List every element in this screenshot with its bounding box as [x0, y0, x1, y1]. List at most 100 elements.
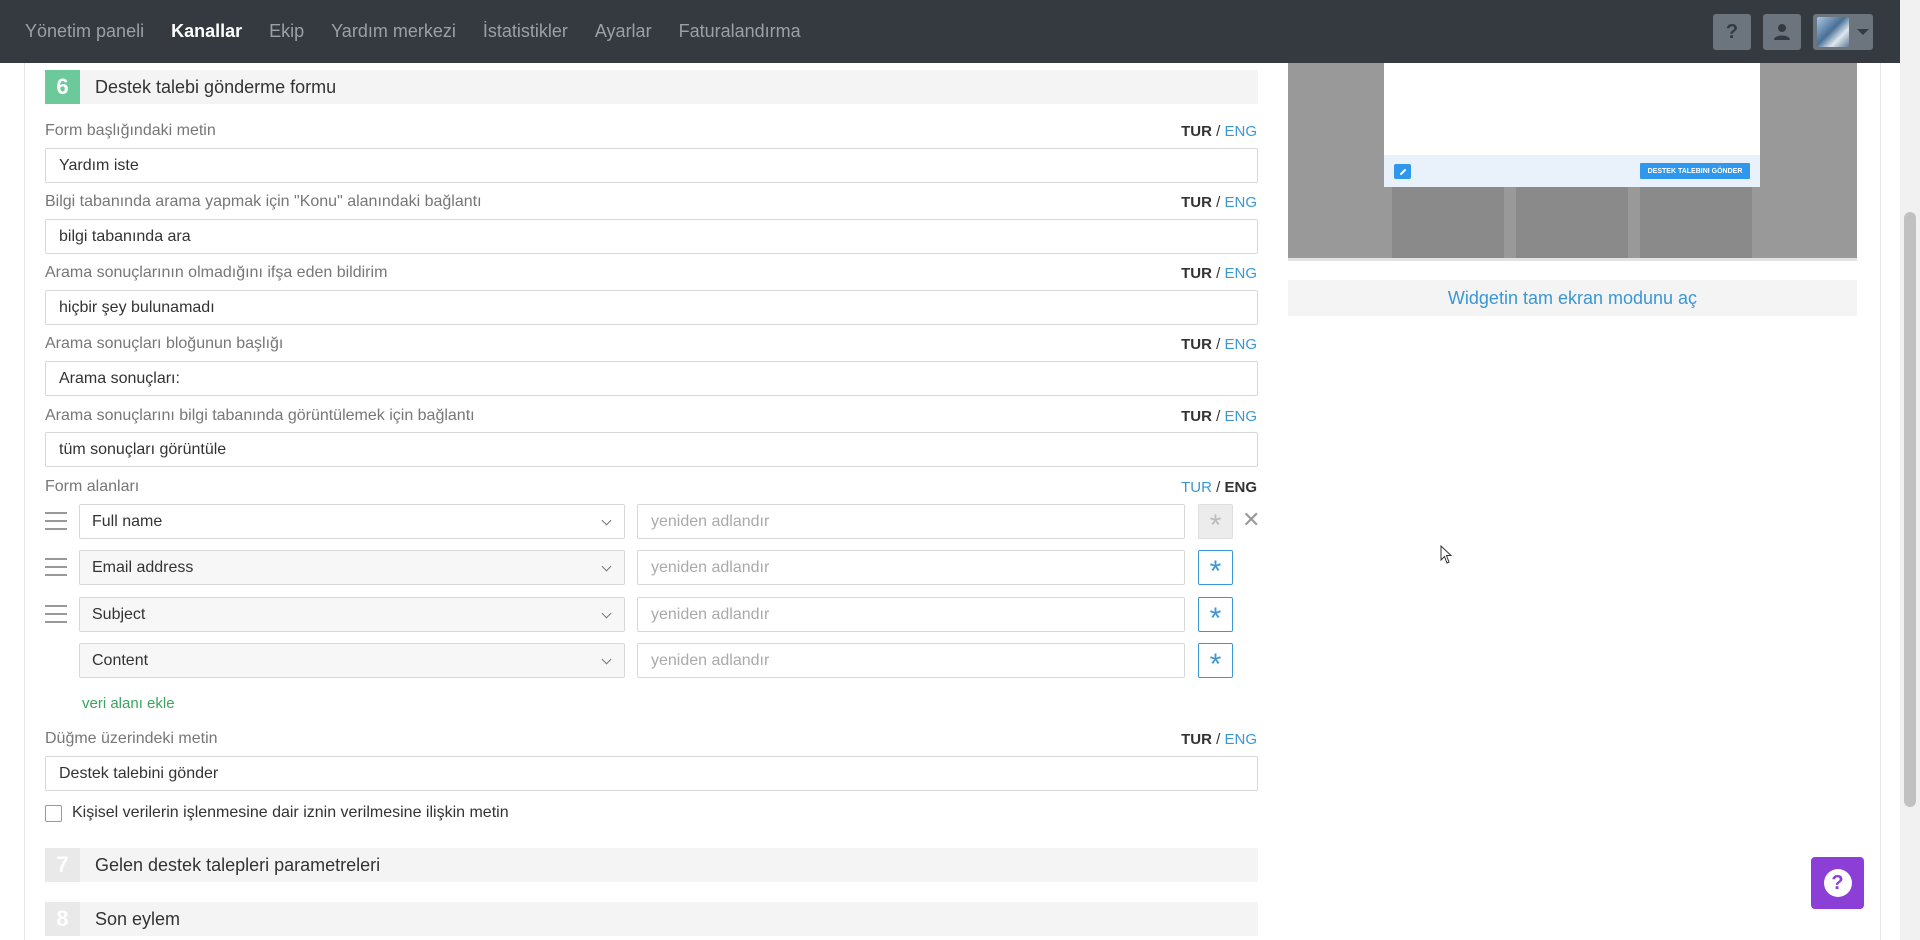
form-fields-label: Form alanları [45, 478, 140, 495]
widget-preview: DESTEK TALEBINI GÖNDER [1288, 63, 1857, 261]
rename-input-full-name[interactable]: yeniden adlandır [637, 504, 1185, 539]
consent-checkbox[interactable] [45, 804, 62, 822]
preview-column [1640, 187, 1752, 261]
nav-settings[interactable]: Ayarlar [595, 21, 652, 42]
step-6-title: Destek talebi gönderme formu [95, 76, 337, 97]
required-toggle-email[interactable]: * [1198, 550, 1233, 588]
lang-eng[interactable]: ENG [1224, 408, 1257, 425]
account-menu-button[interactable] [1813, 14, 1873, 50]
mouse-cursor-icon [1440, 545, 1453, 564]
lang-switch-form-fields: TUR / ENG [1181, 479, 1257, 496]
field-select-subject[interactable]: Subject [79, 597, 625, 632]
user-button[interactable] [1763, 14, 1801, 50]
lang-eng[interactable]: ENG [1224, 265, 1257, 282]
form-title-input[interactable]: Yardım iste [45, 148, 1258, 183]
lang-separator: / [1216, 408, 1221, 425]
subject-link-input[interactable]: bilgi tabanında ara [45, 219, 1258, 254]
lang-eng[interactable]: ENG [1224, 336, 1257, 353]
asterisk-icon: * [1209, 554, 1222, 588]
field-view-all-label: Arama sonuçlarını bilgi tabanında görünt… [45, 407, 475, 424]
chevron-down-icon [601, 561, 612, 572]
step-8-title: Son eylem [95, 908, 181, 929]
lang-switch-no-results: TUR / ENG [1181, 265, 1257, 282]
nav-statistics[interactable]: İstatistikler [483, 21, 568, 42]
close-icon[interactable]: ✕ [1242, 507, 1260, 533]
field-select-value: Subject [92, 605, 146, 623]
nav-team[interactable]: Ekip [269, 21, 304, 42]
step-8-header[interactable]: 8 Son eylem [45, 902, 1258, 936]
required-toggle-full-name[interactable]: * [1198, 504, 1233, 542]
page-scrollbar[interactable] [1900, 0, 1920, 940]
field-select-email[interactable]: Email address [79, 550, 625, 585]
consent-checkbox-row[interactable]: Kişisel verilerin işlenmesine dair iznin… [45, 804, 509, 822]
field-select-full-name[interactable]: Full name [79, 504, 625, 539]
lang-tur[interactable]: TUR [1181, 194, 1212, 211]
drag-handle-icon[interactable] [45, 512, 67, 530]
consent-checkbox-label: Kişisel verilerin işlenmesine dair iznin… [72, 804, 509, 821]
lang-separator: / [1216, 123, 1221, 140]
drag-handle-icon[interactable] [45, 558, 67, 576]
lang-tur[interactable]: TUR [1181, 408, 1212, 425]
preview-column [1516, 187, 1628, 261]
add-field-link[interactable]: veri alanı ekle [82, 695, 175, 712]
required-toggle-content[interactable]: * [1198, 643, 1233, 681]
nav-actions: ? [1713, 14, 1873, 50]
lang-eng[interactable]: ENG [1224, 479, 1257, 496]
lang-eng[interactable]: ENG [1224, 731, 1257, 748]
user-icon [1774, 24, 1790, 40]
lang-tur[interactable]: TUR [1181, 731, 1212, 748]
nav-billing[interactable]: Faturalandırma [679, 21, 801, 42]
lang-separator: / [1216, 194, 1221, 211]
field-no-results-label: Arama sonuçlarının olmadığını ifşa eden … [45, 264, 388, 281]
step-6-header[interactable]: 6 Destek talebi gönderme formu [45, 70, 1258, 104]
chevron-down-icon [601, 654, 612, 665]
no-results-input[interactable]: hiçbir şey bulunamadı [45, 290, 1258, 325]
question-icon: ? [1725, 20, 1739, 43]
lang-eng[interactable]: ENG [1224, 194, 1257, 211]
asterisk-icon: * [1209, 647, 1222, 681]
rename-input-subject[interactable]: yeniden adlandır [637, 597, 1185, 632]
chevron-down-icon [601, 608, 612, 619]
rename-input-email[interactable]: yeniden adlandır [637, 550, 1185, 585]
lang-separator: / [1216, 336, 1221, 353]
view-all-input[interactable]: tüm sonuçları görüntüle [45, 432, 1258, 467]
step-7-number: 7 [45, 848, 80, 882]
lang-separator: / [1216, 265, 1221, 282]
button-text-label: Düğme üzerindeki metin [45, 730, 218, 747]
content-border-right [1880, 63, 1881, 940]
lang-eng[interactable]: ENG [1224, 123, 1257, 140]
lang-tur[interactable]: TUR [1181, 479, 1212, 496]
button-text-input[interactable]: Destek talebini gönder [45, 756, 1258, 791]
field-select-content[interactable]: Content [79, 643, 625, 678]
help-chat-button[interactable]: ? [1811, 857, 1864, 909]
lang-switch-results-title: TUR / ENG [1181, 336, 1257, 353]
chevron-down-icon [601, 515, 612, 526]
step-6-number: 6 [45, 70, 80, 104]
content-border-left [24, 63, 25, 940]
nav-dashboard[interactable]: Yönetim paneli [25, 21, 144, 42]
drag-handle-icon[interactable] [45, 605, 67, 623]
field-form-title-label: Form başlığındaki metin [45, 122, 216, 139]
paperclip-icon [1394, 164, 1411, 179]
preview-border [1288, 258, 1857, 261]
results-title-input[interactable]: Arama sonuçları: [45, 361, 1258, 396]
lang-tur[interactable]: TUR [1181, 265, 1212, 282]
fullscreen-mode-link[interactable]: Widgetin tam ekran modunu aç [1288, 280, 1857, 316]
rename-input-content[interactable]: yeniden adlandır [637, 643, 1185, 678]
top-navbar: Yönetim paneli Kanallar Ekip Yardım merk… [0, 0, 1900, 63]
step-7-header[interactable]: 7 Gelen destek talepleri parametreleri [45, 848, 1258, 882]
preview-column [1392, 187, 1504, 261]
preview-send-button: DESTEK TALEBINI GÖNDER [1640, 163, 1750, 179]
lang-tur[interactable]: TUR [1181, 336, 1212, 353]
nav-help-center[interactable]: Yardım merkezi [331, 21, 456, 42]
lang-switch-button-text: TUR / ENG [1181, 731, 1257, 748]
required-toggle-subject[interactable]: * [1198, 597, 1233, 633]
avatar [1817, 17, 1849, 47]
scrollbar-thumb[interactable] [1904, 212, 1916, 807]
field-select-value: Full name [92, 512, 163, 530]
lang-tur[interactable]: TUR [1181, 123, 1212, 140]
nav-channels[interactable]: Kanallar [171, 21, 242, 42]
caret-down-icon [1857, 29, 1869, 35]
help-button[interactable]: ? [1713, 14, 1751, 50]
asterisk-icon: * [1209, 508, 1222, 542]
